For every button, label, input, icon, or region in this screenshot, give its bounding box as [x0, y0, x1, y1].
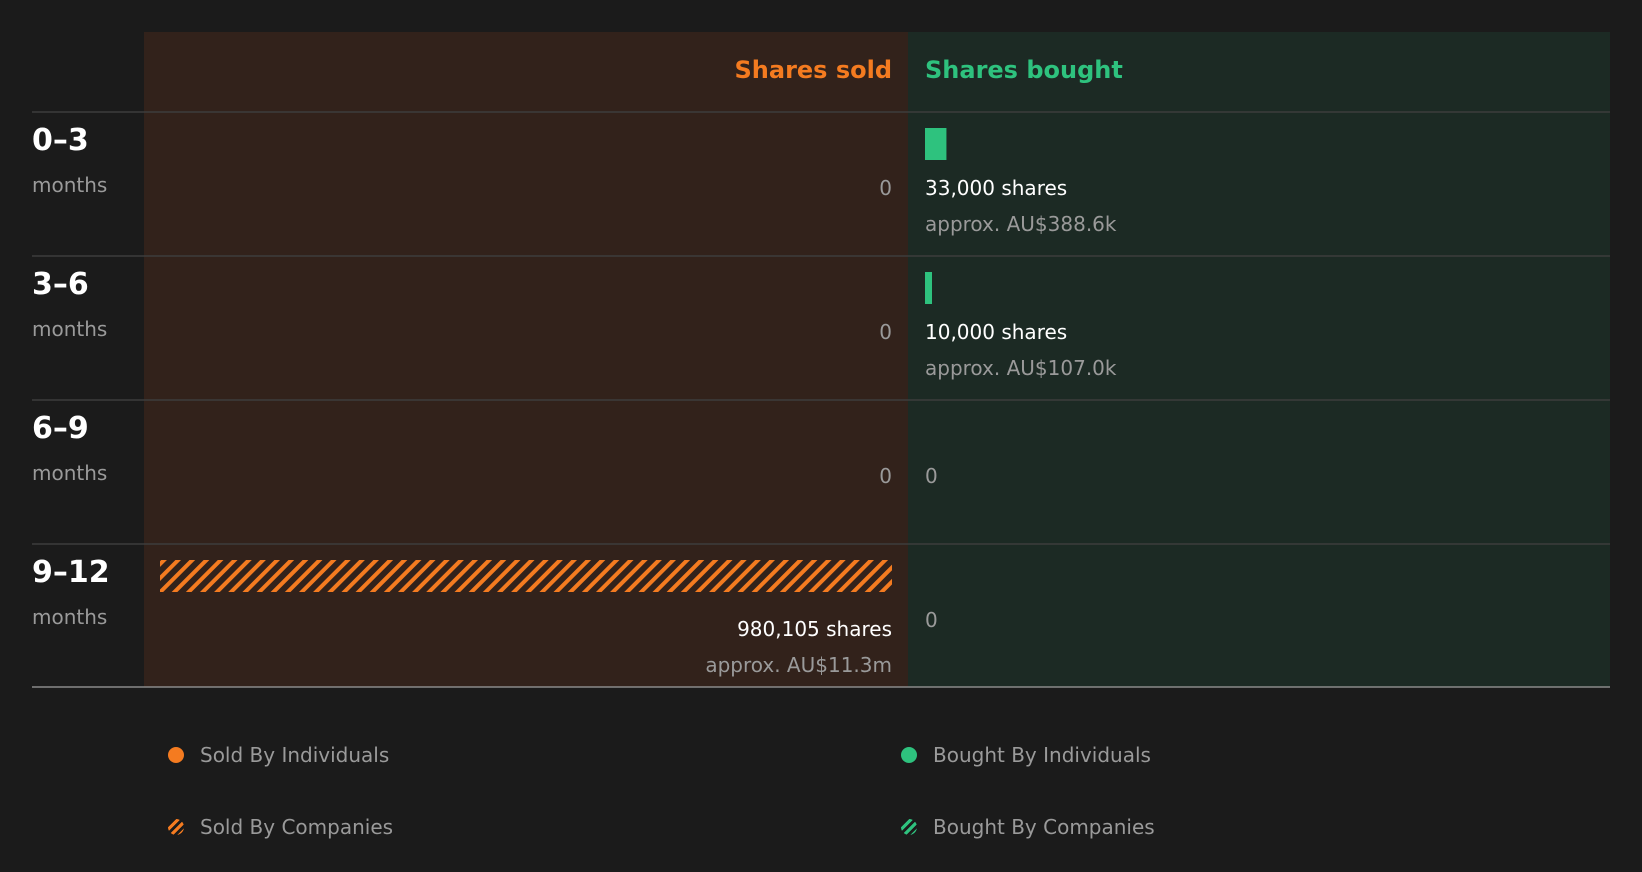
- bought-shares-label: 33,000 shares: [925, 176, 1067, 200]
- row-unit-label: months: [32, 173, 107, 197]
- row-unit-label: months: [32, 461, 107, 485]
- sold-bar: [160, 560, 892, 592]
- legend-swatch-sold-individuals: [168, 747, 184, 763]
- legend-label: Sold By Companies: [200, 815, 394, 839]
- legend-bought-by-companies: Bought By Companies: [901, 815, 1155, 839]
- bought-approx-value: approx. AU$388.6k: [925, 212, 1117, 236]
- legend-bought-by-individuals: Bought By Individuals: [901, 743, 1151, 767]
- sold-zero-label: 0: [879, 176, 892, 200]
- legend-swatch-sold-companies: [168, 819, 184, 835]
- bought-bar: [925, 128, 947, 160]
- row-unit-label: months: [32, 605, 107, 629]
- row-range-label: 3–6: [32, 267, 89, 302]
- row-unit-label: months: [32, 317, 107, 341]
- sold-approx-value: approx. AU$11.3m: [705, 653, 892, 677]
- legend-sold-by-companies: Sold By Companies: [168, 815, 393, 839]
- legend-label: Bought By Companies: [933, 815, 1155, 839]
- legend-sold-by-individuals: Sold By Individuals: [168, 743, 389, 767]
- bought-shares-label: 10,000 shares: [925, 320, 1067, 344]
- legend-swatch-bought-individuals: [901, 747, 917, 763]
- bought-zero-label: 0: [925, 464, 938, 488]
- sold-zero-label: 0: [879, 320, 892, 344]
- row-range-label: 0–3: [32, 123, 89, 158]
- insider-trading-chart: Shares sold Shares bought 0–3 months 0 33,0…: [32, 32, 1610, 688]
- sold-column-header: Shares sold: [735, 56, 893, 84]
- bought-zero-label: 0: [925, 608, 938, 632]
- bought-approx-value: approx. AU$107.0k: [925, 356, 1117, 380]
- row-range-label: 9–12: [32, 555, 110, 590]
- legend-swatch-bought-companies: [901, 819, 917, 835]
- row-range-label: 6–9: [32, 411, 89, 446]
- bought-column-header: Shares bought: [925, 56, 1123, 84]
- legend-label: Sold By Individuals: [200, 743, 390, 767]
- bought-bar: [925, 272, 932, 304]
- sold-zero-label: 0: [879, 464, 892, 488]
- legend-label: Bought By Individuals: [933, 743, 1151, 767]
- sold-shares-label: 980,105 shares: [737, 617, 892, 641]
